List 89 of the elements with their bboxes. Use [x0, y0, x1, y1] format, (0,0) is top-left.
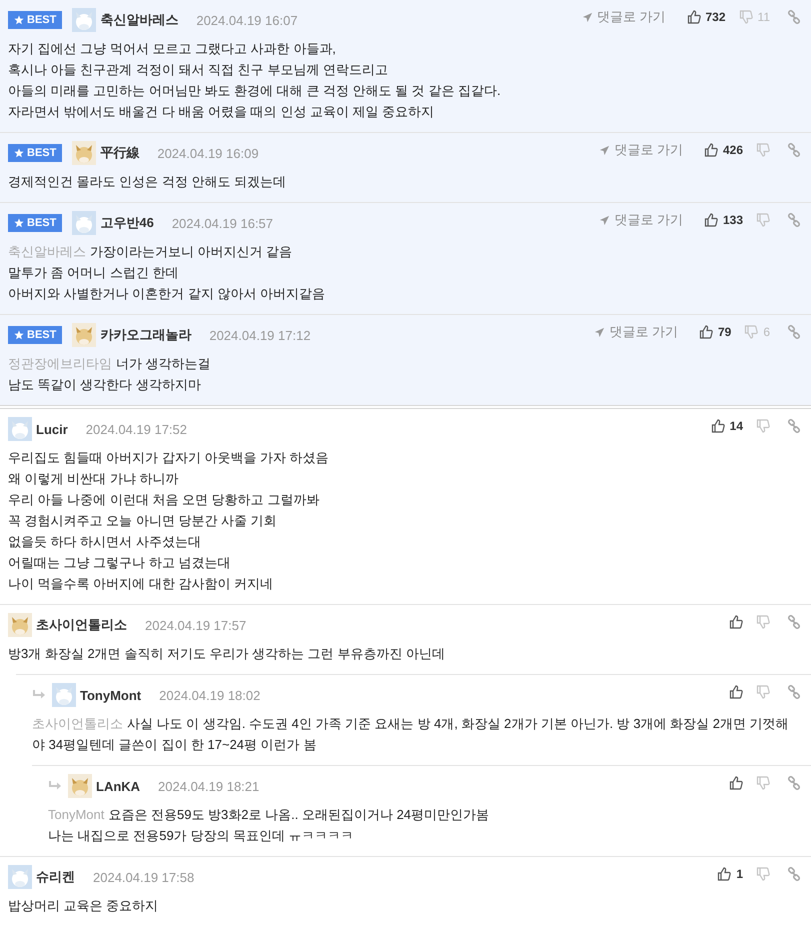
- like-count: 79: [718, 325, 732, 339]
- comment-text: 정관장에브리타임 너가 생각하는걸: [8, 355, 212, 373]
- link-icon[interactable]: [787, 776, 801, 790]
- comment-text: 우리 아들 나중에 이런대 처음 오면 당황하고 그럴까봐: [8, 491, 320, 509]
- comment-text: 방3개 화장실 2개면 솔직히 저기도 우리가 생각하는 그런 부유층까진 아닌데: [8, 645, 446, 663]
- star-icon: [14, 15, 24, 25]
- comment-text: 없을듯 하다 하시면서 사주셨는대: [8, 533, 202, 551]
- comment-text: 우리집도 힘들때 아버지가 갑자기 아웃백을 가자 하셨음: [8, 449, 330, 467]
- thumbs-up-icon[interactable]: [710, 419, 725, 433]
- like-count: 426: [722, 143, 743, 157]
- author-name[interactable]: 고우반46: [100, 214, 154, 232]
- comment-text: 밥상머리 교육은 중요하지: [8, 897, 160, 915]
- comment-text: 자라면서 밖에서도 배울건 다 배움 어렸을 때의 인성 교육이 제일 중요하지: [8, 103, 436, 121]
- best-label: BEST: [27, 217, 56, 229]
- comment-text: 꼭 경험시켜주고 오늘 아니면 당분간 사줄 기회: [8, 512, 278, 530]
- author-name[interactable]: 슈리켄: [36, 868, 75, 886]
- thumbs-down-icon[interactable]: [756, 143, 770, 157]
- comment-time: 2024.04.19 17:57: [145, 618, 246, 632]
- best-label: BEST: [27, 329, 56, 341]
- thumbs-down-icon[interactable]: [738, 10, 753, 24]
- dislike-count: 6: [763, 325, 770, 339]
- comment-time: 2024.04.19 16:57: [172, 216, 274, 230]
- link-icon[interactable]: [787, 143, 801, 157]
- comment-time: 2024.04.19 18:21: [158, 778, 260, 794]
- star-icon: [14, 148, 24, 158]
- send-icon: [599, 214, 610, 226]
- comment-text: 남도 똑같이 생각한다 생각하지마: [8, 376, 202, 394]
- comment-text: 축신알바레스 가장이라는거보니 아버지신거 같음: [8, 243, 294, 261]
- author-name[interactable]: 카카오그래놀라: [100, 326, 192, 344]
- thumbs-up-icon[interactable]: [729, 685, 743, 699]
- like-count: 732: [706, 10, 726, 24]
- comment-time: 2024.04.19 17:58: [93, 870, 194, 884]
- thumbs-down-icon[interactable]: [744, 325, 758, 339]
- comment-text: 혹시나 아들 친구관계 걱정이 돼서 직접 친구 부모님께 연락드리고: [8, 61, 389, 79]
- comment-text: 자기 집에선 그냥 먹어서 모르고 그랬다고 사과한 아들과,: [8, 40, 337, 58]
- link-icon[interactable]: [787, 10, 801, 24]
- comment-text: TonyMont 요즘은 전용59도 방3화2로 나옴.. 오래된집이거나 24평미만인가봄: [48, 806, 490, 824]
- comment-text: 나이 먹을수록 아버지에 대한 감사함이 커지네: [8, 575, 274, 593]
- link-icon[interactable]: [787, 867, 801, 881]
- star-icon: [14, 330, 24, 340]
- like-count: 133: [722, 213, 743, 227]
- author-name[interactable]: Lucir: [36, 422, 68, 436]
- comment-text: 왜 이렇게 비싼대 가냐 하니까: [8, 470, 180, 488]
- comment-text: 초사이언톨리소 사실 나도 이 생각임. 수도권 4인 가족 기준 요새는 방 4개, 화장실 2개가 기본 아닌가. 방 3개에 화장실 2개면 기껏해야 34평일텐데 글쓴이 집이 한 17~24평 이런가 봄: [32, 715, 790, 754]
- comment-text: 경제적인건 몰라도 인성은 걱정 안해도 되겠는데: [8, 173, 288, 191]
- comment-text: 아버지와 사별한거나 이혼한거 같지 않아서 아버지같음: [8, 285, 326, 303]
- thumbs-down-icon[interactable]: [756, 867, 770, 881]
- reply-arrow-icon: [32, 689, 46, 701]
- thumbs-down-icon[interactable]: [756, 776, 770, 790]
- link-icon[interactable]: [787, 685, 801, 699]
- author-name[interactable]: 초사이언톨리소: [36, 616, 127, 634]
- like-count: 14: [730, 419, 743, 433]
- dislike-count: 11: [758, 10, 770, 24]
- thumbs-down-icon[interactable]: [756, 213, 770, 227]
- send-icon: [599, 144, 610, 156]
- best-label: BEST: [27, 14, 56, 26]
- comment-time: 2024.04.19 16:09: [157, 146, 259, 160]
- thumbs-up-icon[interactable]: [717, 867, 732, 881]
- comment-text: 나는 내집으로 전용59가 당장의 목표인데 ㅠㅋㅋㅋㅋ: [48, 827, 355, 845]
- thumbs-up-icon[interactable]: [704, 213, 718, 227]
- link-icon[interactable]: [787, 419, 801, 433]
- author-name[interactable]: LAnKA: [96, 778, 140, 794]
- link-icon[interactable]: [787, 615, 801, 629]
- comment-time: 2024.04.19 17:12: [209, 328, 311, 342]
- comment-text: 아들의 미래를 고민하는 어머님만 봐도 환경에 대해 큰 걱정 안해도 될 것 같은 집같다.: [8, 82, 502, 100]
- author-name[interactable]: 축신알바레스: [100, 11, 178, 29]
- comment-text: 어릴때는 그냥 그렇구나 하고 넘겼는대: [8, 554, 232, 572]
- thumbs-up-icon[interactable]: [686, 10, 700, 24]
- star-icon: [14, 218, 24, 228]
- thumbs-down-icon[interactable]: [756, 615, 770, 629]
- comment-text: 말투가 좀 어머니 스럽긴 한데: [8, 264, 180, 282]
- thumbs-down-icon[interactable]: [756, 419, 770, 433]
- send-icon: [594, 326, 606, 338]
- thumbs-up-icon[interactable]: [704, 143, 718, 157]
- thumbs-down-icon[interactable]: [756, 685, 770, 699]
- link-icon[interactable]: [787, 325, 801, 339]
- comment-time: 2024.04.19 17:52: [86, 422, 188, 436]
- like-count: 1: [736, 867, 743, 881]
- best-label: BEST: [27, 147, 56, 159]
- comment-time: 2024.04.19 18:02: [159, 688, 260, 702]
- thumbs-up-icon[interactable]: [729, 615, 743, 629]
- comment-time: 2024.04.19 16:07: [196, 12, 298, 28]
- link-icon[interactable]: [787, 213, 801, 227]
- thumbs-up-icon[interactable]: [698, 325, 713, 339]
- author-name[interactable]: TonyMont: [80, 688, 142, 702]
- author-name[interactable]: 平行線: [100, 144, 140, 162]
- thumbs-up-icon[interactable]: [729, 776, 743, 790]
- send-icon: [582, 12, 593, 22]
- reply-arrow-icon: [48, 780, 62, 792]
